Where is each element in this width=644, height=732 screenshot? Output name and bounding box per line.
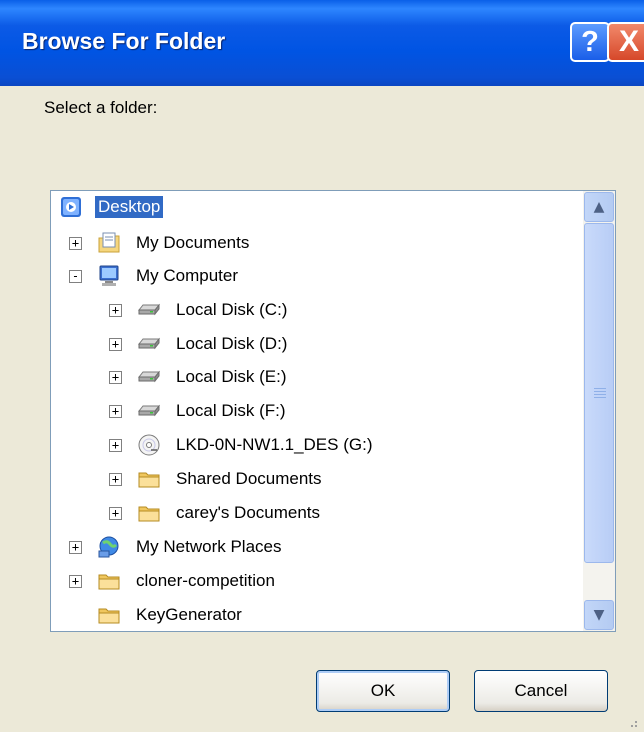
tree-item-label: Local Disk (E:)	[176, 367, 287, 386]
tree-item-keygenerator[interactable]: KeyGenerator	[51, 599, 582, 631]
grip-line	[594, 397, 606, 398]
tree-item-cloner-competition[interactable]: + cloner-competition	[51, 565, 582, 597]
folder-icon	[138, 472, 160, 488]
title-bar[interactable]: Browse For Folder ? X	[0, 0, 644, 86]
scroll-thumb[interactable]	[584, 223, 614, 563]
tree-item-desktop[interactable]: Desktop	[51, 191, 582, 223]
tree-item-local-disk-c[interactable]: + Local Disk (C:)	[51, 294, 582, 326]
tree-item-my-network-places[interactable]: + My Network Places	[51, 531, 582, 563]
documents-folder-icon	[98, 232, 120, 253]
folder-tree-content: Desktop + My Documents - My Computer + L…	[51, 191, 582, 631]
tree-item-label: LKD-0N-NW1.1_DES (G:)	[176, 435, 373, 454]
desktop-icon	[61, 197, 81, 217]
expand-toggle[interactable]: +	[109, 473, 122, 486]
folder-icon	[98, 608, 120, 624]
tree-item-label: cloner-competition	[136, 571, 275, 590]
tree-item-shared-documents[interactable]: + Shared Documents	[51, 463, 582, 495]
browse-for-folder-dialog: Browse For Folder ? X Select a folder: D…	[0, 0, 644, 732]
tree-item-label: Shared Documents	[176, 469, 322, 488]
folder-tree[interactable]: Desktop + My Documents - My Computer + L…	[50, 190, 616, 632]
grip-line	[594, 391, 606, 392]
select-folder-prompt: Select a folder:	[44, 98, 158, 117]
expand-toggle[interactable]: +	[109, 338, 122, 351]
resize-grip-icon[interactable]	[622, 712, 640, 730]
expand-toggle[interactable]: +	[109, 371, 122, 384]
tree-item-label: My Computer	[136, 266, 239, 285]
hard-drive-icon	[137, 303, 161, 316]
close-button[interactable]: X	[607, 22, 644, 62]
tree-item-label: KeyGenerator	[136, 605, 242, 624]
tree-item-local-disk-e[interactable]: + Local Disk (E:)	[51, 361, 582, 393]
expand-toggle[interactable]: +	[109, 304, 122, 317]
tree-item-label: Desktop	[95, 196, 164, 218]
cancel-button[interactable]: Cancel	[474, 670, 608, 712]
tree-item-label: Local Disk (C:)	[176, 300, 288, 319]
tree-item-local-disk-f[interactable]: + Local Disk (F:)	[51, 395, 582, 427]
help-button[interactable]: ?	[570, 22, 610, 62]
tree-item-my-documents[interactable]: + My Documents	[51, 227, 582, 259]
expand-toggle[interactable]: +	[109, 439, 122, 452]
grip-line	[594, 388, 606, 389]
scroll-up-button[interactable]: ▲	[584, 192, 614, 222]
cd-drive-icon	[138, 434, 160, 456]
folder-icon	[138, 506, 160, 522]
expand-toggle[interactable]: +	[69, 541, 82, 554]
tree-item-local-disk-d[interactable]: + Local Disk (D:)	[51, 328, 582, 360]
grip-line	[594, 394, 606, 395]
tree-item-cd-drive-g[interactable]: + LKD-0N-NW1.1_DES (G:)	[51, 429, 582, 461]
tree-item-label: Local Disk (D:)	[176, 334, 288, 353]
network-places-icon	[98, 536, 119, 558]
scroll-down-button[interactable]: ▼	[584, 600, 614, 630]
computer-icon	[99, 265, 119, 286]
chevron-down-icon: ▼	[593, 607, 605, 623]
tree-item-label: carey's Documents	[176, 503, 321, 522]
tree-item-label: My Documents	[136, 233, 250, 252]
expand-toggle[interactable]: +	[109, 405, 122, 418]
expand-toggle[interactable]: +	[109, 507, 122, 520]
chevron-up-icon: ▲	[593, 199, 605, 215]
hard-drive-icon	[137, 404, 161, 417]
window-title: Browse For Folder	[22, 28, 226, 54]
collapse-toggle[interactable]: -	[69, 270, 82, 283]
vertical-scrollbar[interactable]: ▲ ▼	[583, 191, 615, 631]
hard-drive-icon	[137, 370, 161, 383]
tree-item-label: Local Disk (F:)	[176, 401, 286, 420]
hard-drive-icon	[137, 337, 161, 350]
expand-toggle[interactable]: +	[69, 575, 82, 588]
help-icon: ?	[581, 25, 599, 58]
ok-button[interactable]: OK	[316, 670, 450, 712]
close-icon: X	[618, 25, 639, 58]
tree-item-label: My Network Places	[136, 537, 282, 556]
expand-toggle[interactable]: +	[69, 237, 82, 250]
folder-icon	[98, 574, 120, 590]
tree-item-my-computer[interactable]: - My Computer	[51, 260, 582, 292]
tree-item-careys-documents[interactable]: + carey's Documents	[51, 497, 582, 529]
